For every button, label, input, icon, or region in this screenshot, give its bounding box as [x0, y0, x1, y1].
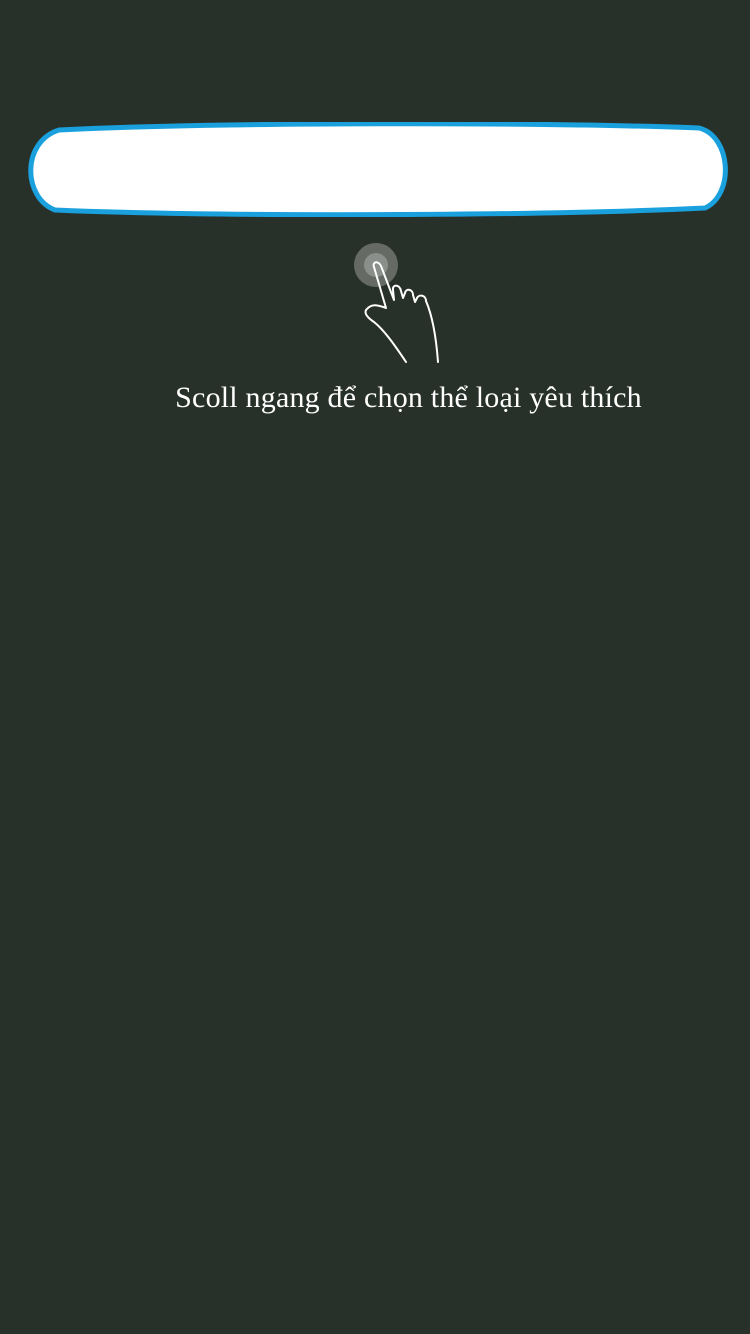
scroll-hint-text: Scoll ngang để chọn thể loại yêu thích [175, 381, 642, 414]
genre-scroller-highlight[interactable] [19, 122, 733, 217]
onboarding-overlay[interactable]: Scoll ngang để chọn thể loại yêu thích [0, 0, 750, 1334]
swipe-hand-icon [350, 240, 445, 370]
